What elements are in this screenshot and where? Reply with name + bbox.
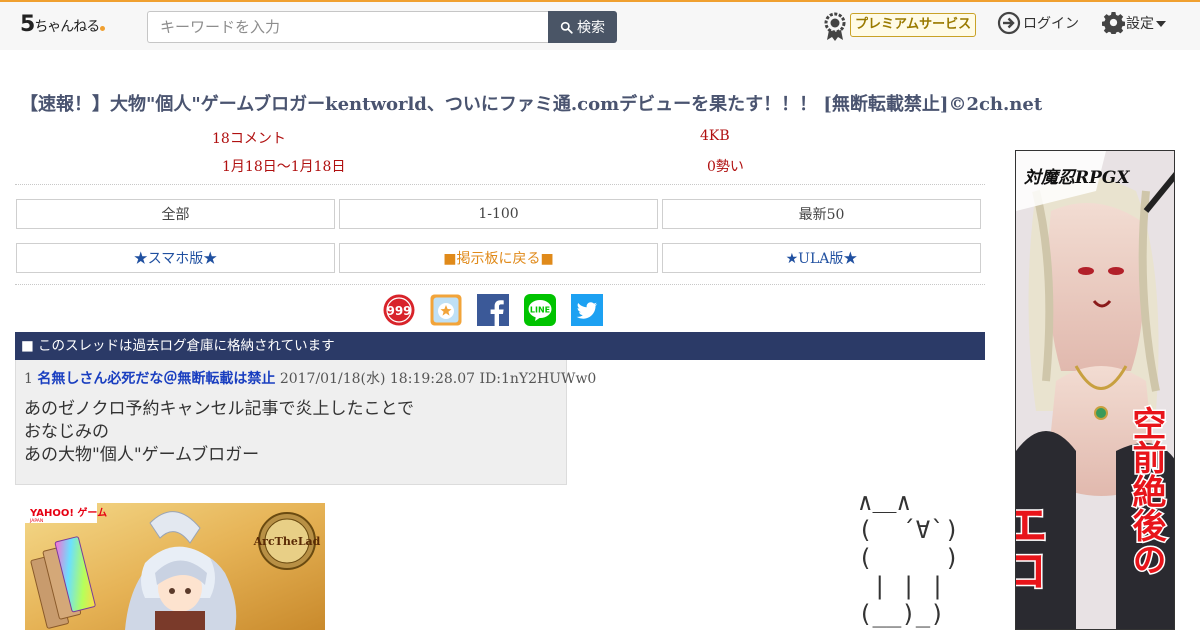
site-logo[interactable]: 5ちゃんねる	[20, 12, 106, 37]
divider	[15, 284, 985, 285]
side-ad-logo: 対魔忍RPGX	[1024, 168, 1130, 188]
ad-game-logo: ArcTheLad	[253, 535, 321, 548]
chevron-down-icon	[1156, 20, 1166, 27]
line-icon[interactable]: LINE	[524, 294, 556, 326]
date-range: 1月18日〜1月18日	[222, 159, 346, 175]
search-button-label: 検索	[577, 20, 605, 36]
nav-all-button[interactable]: 全部	[16, 199, 335, 229]
settings-label: 設定	[1126, 15, 1154, 32]
login-link[interactable]: ログイン	[997, 11, 1079, 35]
svg-text:999: 999	[386, 304, 411, 318]
smartphone-version-link[interactable]: ★スマホ版★	[16, 243, 335, 273]
ascii-art: ∧＿∧ ( ´∀`) ( ) | | | (__)_)	[858, 488, 960, 628]
ula-version-link[interactable]: ★ULA版★	[662, 243, 981, 273]
side-ad-text-col2: 空前絶後の	[1126, 406, 1166, 576]
game-ad-image: YAHOO! ゲーム JAPAN ArcTheLad	[25, 503, 325, 630]
premium-service-link[interactable]: プレミアムサービス	[850, 13, 977, 37]
facebook-icon[interactable]	[477, 294, 509, 326]
back-to-board-link[interactable]: ■掲示板に戻る■	[339, 243, 658, 273]
search-button[interactable]: 検索	[548, 11, 617, 43]
login-icon	[997, 11, 1021, 35]
logo-dot	[100, 26, 106, 31]
post-number[interactable]: 1	[24, 371, 33, 387]
post-line: あのゼノクロ予約キャンセル記事で炎上したことで	[24, 399, 414, 419]
logo-number: 5	[20, 12, 35, 37]
side-ad-text-col1: エロ	[1016, 501, 1049, 593]
post-body: あのゼノクロ予約キャンセル記事で炎上したことで おなじみの あの大物"個人"ゲー…	[24, 398, 414, 467]
search-icon	[560, 21, 573, 34]
settings-menu[interactable]: 設定	[1102, 11, 1166, 34]
bookmark-icon[interactable]	[430, 294, 462, 326]
thread-size: 4KB	[700, 128, 730, 144]
login-label: ログイン	[1023, 16, 1079, 32]
twitter-icon[interactable]	[571, 294, 603, 326]
comment-count: 18コメント	[212, 131, 286, 147]
poster-name[interactable]: 名無しさん必死だな＠無断転載は禁止	[37, 371, 275, 387]
ad-brand-sub: JAPAN	[29, 518, 43, 524]
999-icon[interactable]: 999	[383, 294, 415, 326]
divider	[15, 184, 985, 185]
side-ad-image: 対魔忍RPGX エロ 空前絶後の	[1016, 151, 1174, 629]
search-input[interactable]	[147, 11, 549, 43]
momentum: 0勢い	[707, 159, 744, 175]
poster-id[interactable]: ID:1nY2HUWw0	[480, 371, 597, 387]
post-datetime: 2017/01/18(水) 18:19:28.07	[279, 371, 476, 387]
post-line: おなじみの	[24, 422, 109, 442]
post-header: 1 名無しさん必死だな＠無断転載は禁止 2017/01/18(水) 18:19:…	[24, 368, 596, 388]
ad-brand: YAHOO! ゲーム	[29, 506, 107, 519]
nav-latest50-button[interactable]: 最新50	[662, 199, 981, 229]
award-icon[interactable]	[823, 12, 847, 42]
gear-icon	[1102, 11, 1125, 34]
logo-text: ちゃんねる	[34, 19, 100, 35]
thread-title: 【速報！】大物"個人"ゲームブロガーkentworld、ついにファミ通.comデ…	[20, 94, 1043, 115]
svg-text:LINE: LINE	[530, 306, 550, 315]
archive-notice: ■ このスレッドは過去ログ倉庫に格納されています	[15, 332, 985, 360]
side-ad-banner[interactable]: 対魔忍RPGX エロ 空前絶後の	[1015, 150, 1175, 630]
game-ad-banner[interactable]: YAHOO! ゲーム JAPAN ArcTheLad	[25, 503, 325, 630]
post-1: 1 名無しさん必死だな＠無断転載は禁止 2017/01/18(水) 18:19:…	[15, 360, 596, 485]
header-bar: 5ちゃんねる 検索 プレミアムサービス ログイン 設定	[0, 0, 1200, 50]
nav-1-100-button[interactable]: 1-100	[339, 199, 658, 229]
post-line: あの大物"個人"ゲームブロガー	[24, 445, 260, 465]
